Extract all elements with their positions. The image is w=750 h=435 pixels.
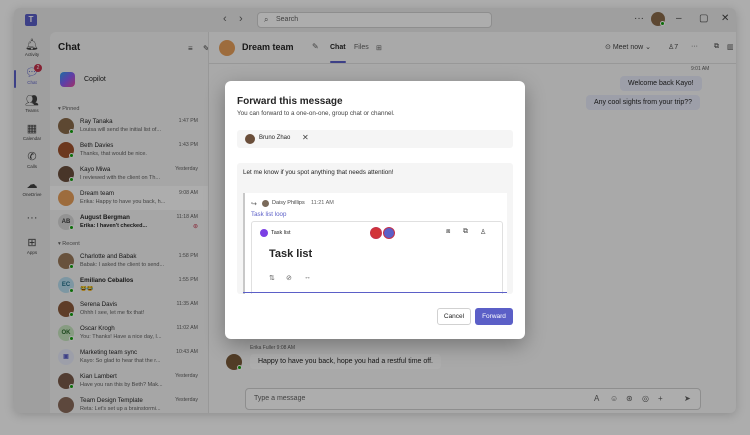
forward-button[interactable]: Forward	[475, 308, 513, 325]
forwarded-time: 11:21 AM	[311, 200, 334, 206]
hide-icon[interactable]: ⊘	[286, 274, 292, 282]
cancel-button[interactable]: Cancel	[437, 308, 471, 325]
forward-dialog: Forward this message You can forward to …	[225, 81, 525, 339]
dialog-title: Forward this message	[237, 96, 343, 107]
sender-avatar	[262, 200, 269, 207]
forward-arrow-icon: ↪	[251, 201, 257, 208]
recipient-input[interactable]: Bruno Zhao ✕	[237, 130, 513, 148]
share-people-icon[interactable]: ♙	[480, 228, 486, 236]
loop-label: Task list	[271, 230, 291, 236]
dialog-subtitle: You can forward to a one-on-one, group c…	[237, 110, 395, 117]
loop-title: Task list	[269, 248, 313, 260]
forwarded-message-card: ↪ Daisy Phillips 11:21 AM Task list loop…	[243, 193, 507, 294]
copy-icon[interactable]: ⧉	[463, 228, 468, 236]
preview-text: Let me know if you spot anything that ne…	[243, 169, 394, 176]
forwarded-sender: Daisy Phillips	[272, 200, 305, 206]
preview-focus-line	[243, 292, 507, 293]
recipient-avatar	[245, 134, 255, 144]
expand-icon[interactable]: ↔	[304, 274, 311, 281]
loop-link[interactable]: Task list loop	[251, 211, 286, 218]
link-icon[interactable]: ⧈	[446, 228, 450, 236]
recipient-chip-label: Bruno Zhao	[259, 135, 291, 141]
collaborator-avatar	[383, 227, 395, 239]
loop-component-card: Task list ⧈ ⧉ ♙ Task list ⇅ ⊘ ↔	[251, 221, 503, 294]
message-preview: Let me know if you spot anything that ne…	[237, 163, 513, 294]
remove-recipient-icon[interactable]: ✕	[302, 133, 309, 142]
sort-icon[interactable]: ⇅	[269, 274, 275, 282]
loop-icon	[260, 229, 268, 237]
collaborator-avatar	[370, 227, 382, 239]
